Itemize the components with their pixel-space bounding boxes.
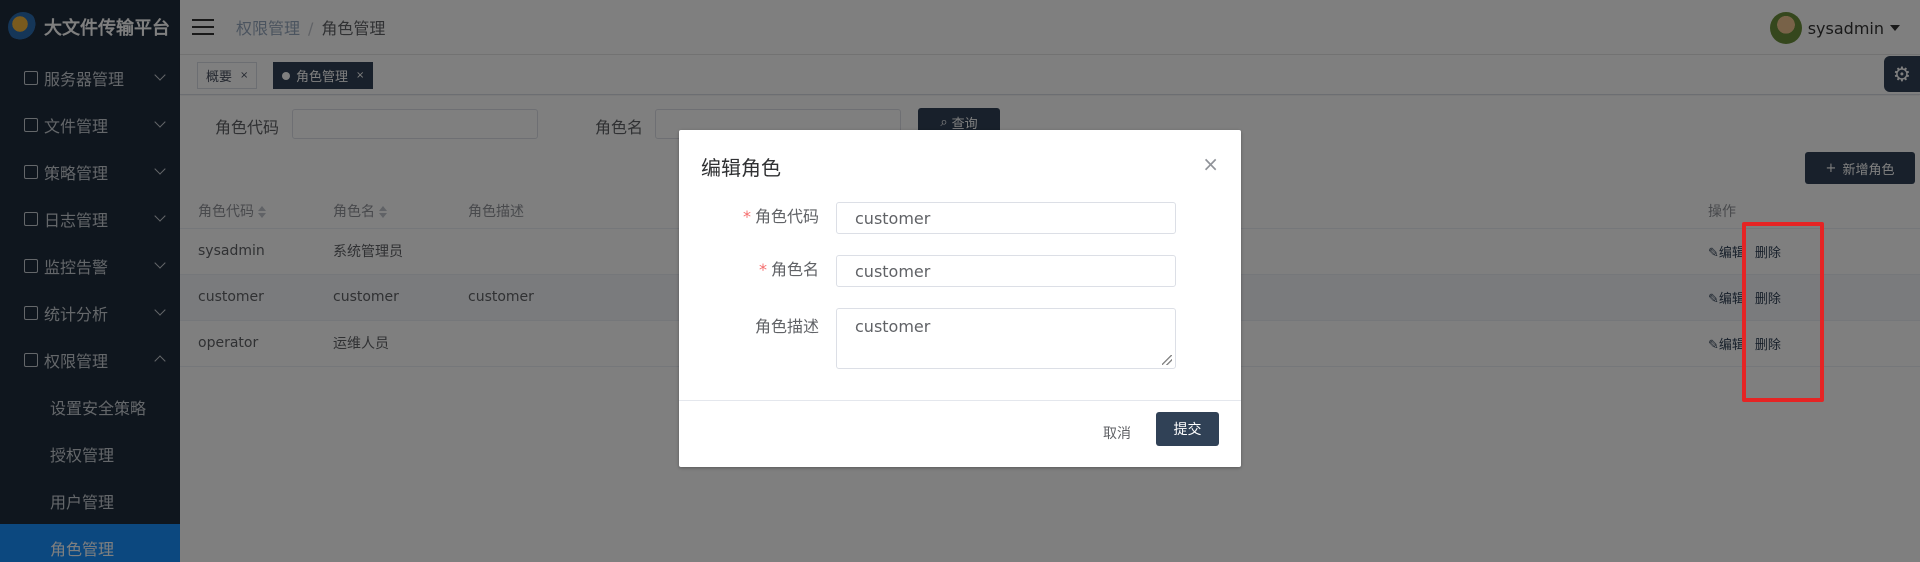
required-marker: * [742,207,751,226]
role-name-label: * 角色名 [679,256,819,280]
role-name-field[interactable]: customer [836,255,1176,287]
dialog-divider [679,400,1241,401]
edit-role-dialog: 编辑角色 × * 角色代码 customer * 角色名 customer 角色描述… [679,130,1241,467]
submit-button[interactable]: 提交 [1156,412,1219,446]
dialog-title: 编辑角色 [701,156,781,180]
role-code-label-text: 角色代码 [754,207,819,226]
role-desc-label: 角色描述 [754,317,819,336]
highlight-annotation-box [1742,222,1824,402]
role-code-label: * 角色代码 [679,203,819,227]
role-desc-textarea[interactable]: customer [836,308,1176,369]
role-name-label-text: 角色名 [770,260,819,279]
required-marker: * [758,260,767,279]
role-code-field[interactable]: customer [836,202,1176,234]
role-desc-value: customer [855,317,931,336]
close-icon[interactable]: × [1202,152,1219,176]
resize-handle-icon[interactable] [1162,355,1172,365]
cancel-button[interactable]: 取消 [1097,418,1137,450]
